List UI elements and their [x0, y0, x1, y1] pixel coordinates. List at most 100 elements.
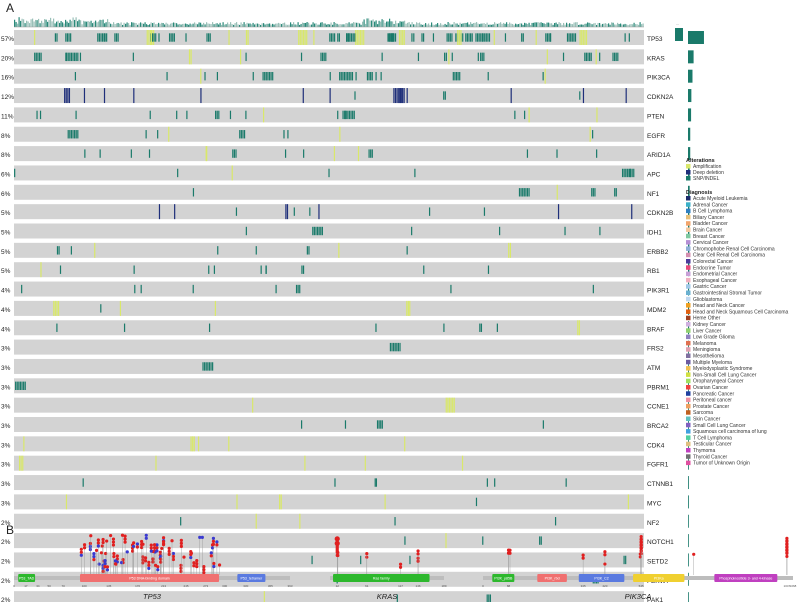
- row-frequency: 4%: [1, 288, 11, 295]
- alteration-mark: [70, 246, 72, 255]
- alteration-mark: [19, 381, 22, 390]
- histogram-bar: [123, 22, 125, 27]
- alteration-mark: [514, 110, 516, 120]
- oncoprint-row: 3% PBRM1: [1, 378, 689, 394]
- row-frequency: 5%: [1, 268, 11, 275]
- legend-label: Breast Cancer: [693, 234, 725, 240]
- histogram-bar: [173, 22, 175, 27]
- alteration-mark: [174, 204, 176, 220]
- lollipop-head: [112, 554, 116, 559]
- histogram-bar: [146, 24, 148, 27]
- alteration-mark: [487, 265, 490, 274]
- alteration-mark: [411, 33, 413, 42]
- alteration-mark: [573, 33, 575, 42]
- alteration-mark: [381, 52, 383, 62]
- histogram-bar: [203, 22, 205, 27]
- alteration-mark: [82, 478, 84, 487]
- alteration-mark: [309, 207, 311, 216]
- alteration-mark: [345, 72, 347, 81]
- histogram-bar: [594, 22, 596, 27]
- legend-swatch: [686, 315, 691, 321]
- alteration-mark: [103, 33, 105, 42]
- oncoprint-row: 6% APC: [1, 165, 690, 181]
- alteration-mark: [406, 300, 408, 316]
- alteration-mark: [302, 88, 304, 104]
- alteration-mark: [526, 188, 529, 197]
- lollipop-head: [141, 542, 145, 546]
- histogram-bar: [440, 23, 442, 27]
- histogram-bar: [177, 24, 179, 27]
- histogram-bar: [555, 22, 557, 27]
- legend-swatch: [686, 359, 691, 365]
- alteration-mark: [557, 204, 560, 220]
- position-tick: 12: [336, 584, 340, 588]
- histogram-bar: [471, 23, 473, 27]
- alteration-mark: [329, 33, 331, 42]
- lollipop-head: [365, 551, 369, 556]
- legend-swatch: [686, 214, 691, 220]
- legend-swatch: [686, 240, 691, 245]
- alteration-mark: [615, 188, 617, 197]
- alteration-mark: [460, 30, 462, 45]
- legend-label: Brain Cancer: [693, 228, 723, 234]
- histogram-bar: [98, 21, 100, 27]
- histogram-bar: [573, 22, 575, 27]
- alteration-mark: [334, 478, 336, 487]
- lollipop-head: [123, 537, 127, 541]
- alteration-mark: [299, 513, 301, 529]
- position-tick: 420: [602, 584, 607, 588]
- oncoprint-row: 3% CDK4: [1, 436, 689, 452]
- histogram-bar: [122, 24, 124, 27]
- row-gene-label: PTEN: [647, 113, 665, 120]
- alteration-mark: [15, 381, 17, 390]
- alteration-mark: [443, 323, 445, 332]
- histogram-bar: [189, 23, 191, 27]
- alteration-mark: [486, 594, 488, 602]
- lollipop-head: [153, 563, 158, 567]
- alteration-mark: [366, 72, 369, 81]
- lollipop-head: [785, 545, 789, 550]
- histogram-bar: [29, 23, 31, 27]
- position-tick: 61: [365, 584, 369, 588]
- histogram-bar: [353, 22, 355, 27]
- lollipop-head: [96, 541, 100, 545]
- oncoprint-row: 5% IDH1: [1, 223, 690, 239]
- row-background: [14, 533, 644, 549]
- histogram-bar: [405, 23, 407, 27]
- alteration-mark: [155, 455, 157, 471]
- legend-label: Mesothelioma: [693, 354, 724, 360]
- alteration-mark: [499, 226, 501, 236]
- alteration-mark: [177, 168, 179, 178]
- histogram-bar: [543, 23, 545, 27]
- alteration-mark: [79, 52, 82, 62]
- alteration-mark: [396, 342, 398, 352]
- alteration-mark: [626, 168, 628, 178]
- alteration-mark: [582, 30, 584, 45]
- legend-label: Head and Neck Squamous Cell Carcinoma: [693, 309, 789, 315]
- histogram-bar: [641, 24, 643, 27]
- histogram-bar: [578, 24, 580, 27]
- histogram-bar: [579, 24, 581, 27]
- alteration-mark: [59, 265, 62, 274]
- histogram-bar: [497, 23, 499, 27]
- histogram-bar: [224, 24, 226, 27]
- lollipop-head: [96, 538, 100, 542]
- alteration-mark: [315, 226, 317, 236]
- position-tick: 117: [398, 584, 403, 588]
- lollipop-head: [97, 562, 101, 566]
- alteration-mark: [483, 52, 485, 62]
- histogram-bar: [296, 24, 298, 27]
- histogram-bar: [185, 23, 187, 27]
- alteration-mark: [133, 265, 135, 274]
- alteration-mark: [381, 420, 383, 429]
- alteration-mark: [117, 33, 119, 42]
- lollipop-head: [195, 564, 199, 569]
- alteration-mark: [210, 362, 212, 371]
- histogram-bar: [56, 21, 58, 27]
- alteration-mark: [14, 168, 16, 178]
- histogram-bar: [422, 24, 424, 27]
- legend-swatch: [686, 290, 691, 295]
- lollipop-head: [161, 543, 166, 547]
- histogram-bar: [236, 22, 238, 27]
- histogram-bar: [245, 24, 247, 27]
